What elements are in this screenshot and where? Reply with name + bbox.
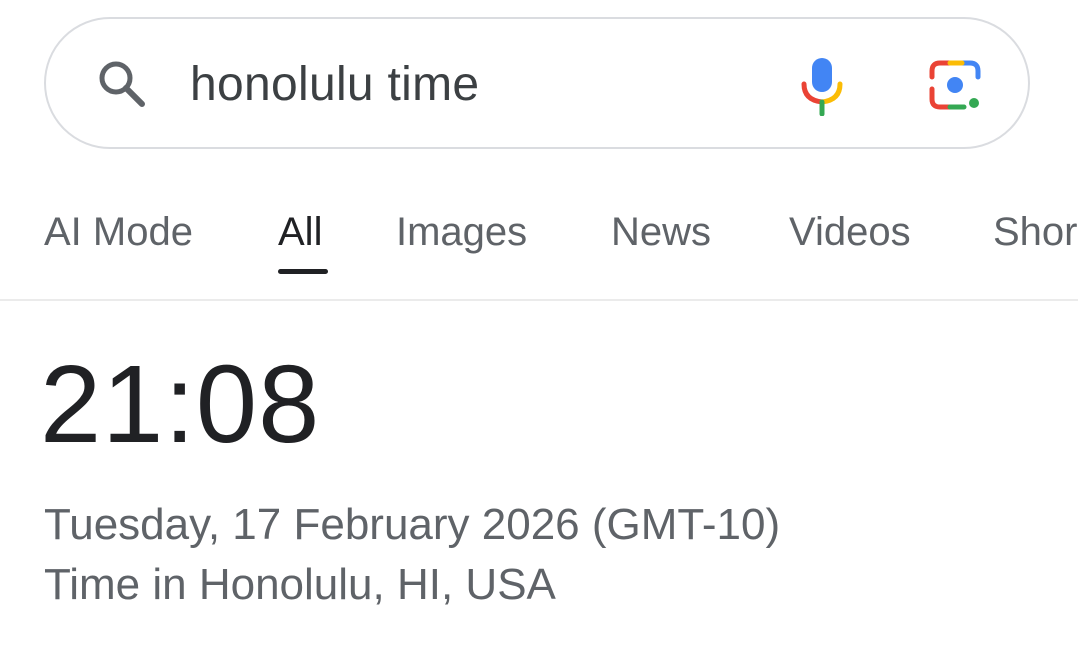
tab-images[interactable]: Images <box>396 208 527 256</box>
search-icon <box>99 61 145 107</box>
active-tab-indicator <box>278 269 328 274</box>
search-input[interactable]: honolulu time <box>190 55 479 115</box>
current-time: 21:08 <box>40 343 321 466</box>
tab-ai-mode[interactable]: AI Mode <box>44 208 193 256</box>
tab-videos[interactable]: Videos <box>789 208 911 256</box>
time-location: Time in Honolulu, HI, USA <box>44 560 556 609</box>
search-bar[interactable]: honolulu time <box>44 17 1030 149</box>
search-tabs: AI Mode All Images News Videos Shor <box>0 195 1078 301</box>
tab-all[interactable]: All <box>278 208 322 256</box>
current-date: Tuesday, 17 February 2026 (GMT-10) <box>44 500 781 549</box>
tab-shopping[interactable]: Shor <box>993 208 1078 256</box>
google-lens-icon[interactable] <box>928 59 984 111</box>
tab-news[interactable]: News <box>611 208 711 256</box>
microphone-icon[interactable] <box>798 56 846 116</box>
